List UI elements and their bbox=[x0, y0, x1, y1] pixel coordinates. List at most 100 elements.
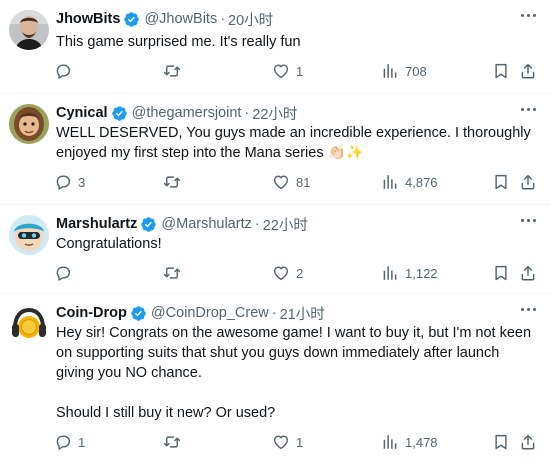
share-button[interactable] bbox=[519, 433, 537, 451]
views-icon bbox=[381, 264, 399, 282]
bookmark-icon bbox=[492, 173, 510, 191]
share-button[interactable] bbox=[519, 264, 537, 282]
like-button[interactable]: 81 bbox=[272, 173, 310, 191]
share-icon bbox=[519, 264, 537, 282]
tweet-text: Congratulations! bbox=[56, 236, 162, 252]
retweet-icon bbox=[163, 62, 181, 80]
tweet-text: This game surprised me. It's really fun bbox=[56, 34, 301, 50]
separator-dot: · bbox=[254, 216, 260, 232]
bookmark-icon bbox=[492, 433, 510, 451]
timestamp[interactable]: 22小时 bbox=[252, 103, 297, 124]
verified-icon bbox=[130, 305, 147, 322]
avatar-jhowbits-image bbox=[9, 10, 49, 50]
tweet-marshulartz[interactable]: Marshulartz @Marshulartz · 22小时 Congratu… bbox=[0, 205, 550, 294]
retweet-icon bbox=[163, 433, 181, 451]
like-button[interactable]: 2 bbox=[272, 264, 303, 282]
tweet-text: Hey sir! Congrats on the awesome game! I… bbox=[56, 325, 532, 421]
verified-icon bbox=[111, 105, 128, 122]
like-icon bbox=[272, 173, 290, 191]
bookmark-button[interactable] bbox=[492, 62, 510, 80]
reply-button[interactable]: 1 bbox=[54, 433, 85, 451]
more-icon[interactable] bbox=[521, 219, 536, 222]
tweet-jhowbits[interactable]: JhowBits @JhowBits · 20小时 This game surp… bbox=[0, 0, 550, 94]
like-count: 1 bbox=[296, 434, 304, 450]
views-button[interactable]: 708 bbox=[381, 62, 427, 80]
handle[interactable]: @JhowBits bbox=[144, 11, 217, 27]
tweet-actions: 3 81 4,876 bbox=[0, 173, 550, 193]
bookmark-button[interactable] bbox=[492, 433, 510, 451]
retweet-button[interactable] bbox=[163, 62, 187, 80]
reply-icon bbox=[54, 264, 72, 282]
views-button[interactable]: 4,876 bbox=[381, 173, 438, 191]
views-count: 708 bbox=[405, 63, 427, 79]
verified-icon bbox=[123, 11, 140, 28]
retweet-icon bbox=[163, 264, 181, 282]
tweet-header: Coin-Drop @CoinDrop_Crew · 21小时 bbox=[56, 303, 325, 323]
bookmark-button[interactable] bbox=[492, 173, 510, 191]
tweet-actions: 2 1,122 bbox=[0, 264, 550, 284]
display-name[interactable]: Marshulartz bbox=[56, 216, 137, 232]
like-count: 81 bbox=[296, 174, 311, 190]
more-icon[interactable] bbox=[521, 108, 536, 111]
display-name[interactable]: Cynical bbox=[56, 105, 108, 121]
tweet-coindrop[interactable]: Coin-Drop @CoinDrop_Crew · 21小时 Hey sir!… bbox=[0, 294, 550, 462]
handle[interactable]: @Marshulartz bbox=[161, 216, 251, 232]
separator-dot: · bbox=[220, 11, 226, 27]
share-button[interactable] bbox=[519, 62, 537, 80]
tweet-text: WELL DESERVED, You guys made an incredib… bbox=[56, 125, 535, 161]
like-icon bbox=[272, 264, 290, 282]
avatar[interactable] bbox=[9, 304, 49, 344]
views-button[interactable]: 1,478 bbox=[381, 433, 438, 451]
views-button[interactable]: 1,122 bbox=[381, 264, 438, 282]
avatar[interactable] bbox=[9, 104, 49, 144]
share-icon bbox=[519, 433, 537, 451]
display-name[interactable]: Coin-Drop bbox=[56, 305, 127, 321]
handle[interactable]: @thegamersjoint bbox=[132, 105, 242, 121]
reply-button[interactable]: 3 bbox=[54, 173, 85, 191]
avatar-coindrop-image bbox=[9, 304, 49, 344]
like-icon bbox=[272, 62, 290, 80]
views-icon bbox=[381, 62, 399, 80]
reply-icon bbox=[54, 433, 72, 451]
handle[interactable]: @CoinDrop_Crew bbox=[151, 305, 269, 321]
views-count: 4,876 bbox=[405, 174, 438, 190]
timestamp[interactable]: 21小时 bbox=[280, 303, 325, 324]
more-icon[interactable] bbox=[521, 308, 536, 311]
verified-icon bbox=[140, 216, 157, 233]
like-button[interactable]: 1 bbox=[272, 62, 303, 80]
reply-icon bbox=[54, 62, 72, 80]
like-count: 1 bbox=[296, 63, 304, 79]
tweet-actions: 1 708 bbox=[0, 62, 550, 82]
tweet-header: Marshulartz @Marshulartz · 22小时 bbox=[56, 214, 308, 234]
retweet-button[interactable] bbox=[163, 173, 187, 191]
views-icon bbox=[381, 173, 399, 191]
more-icon[interactable] bbox=[521, 14, 536, 17]
tweet-header: Cynical @thegamersjoint · 22小时 bbox=[56, 103, 297, 123]
timestamp[interactable]: 22小时 bbox=[263, 214, 308, 235]
tweet-cynical[interactable]: Cynical @thegamersjoint · 22小时 WELL DESE… bbox=[0, 94, 550, 205]
share-icon bbox=[519, 62, 537, 80]
separator-dot: · bbox=[271, 305, 277, 321]
avatar-marshulartz-image bbox=[9, 215, 49, 255]
retweet-button[interactable] bbox=[163, 264, 187, 282]
avatar[interactable] bbox=[9, 10, 49, 50]
views-icon bbox=[381, 433, 399, 451]
share-button[interactable] bbox=[519, 173, 537, 191]
reply-count: 3 bbox=[78, 174, 86, 190]
tweet-header: JhowBits @JhowBits · 20小时 bbox=[56, 9, 273, 29]
separator-dot: · bbox=[244, 105, 250, 121]
like-button[interactable]: 1 bbox=[272, 433, 303, 451]
display-name[interactable]: JhowBits bbox=[56, 11, 120, 27]
timestamp[interactable]: 20小时 bbox=[228, 9, 273, 30]
retweet-icon bbox=[163, 173, 181, 191]
like-icon bbox=[272, 433, 290, 451]
retweet-button[interactable] bbox=[163, 433, 187, 451]
reply-button[interactable] bbox=[54, 264, 78, 282]
bookmark-icon bbox=[492, 264, 510, 282]
reply-button[interactable] bbox=[54, 62, 78, 80]
avatar[interactable] bbox=[9, 215, 49, 255]
views-count: 1,478 bbox=[405, 434, 438, 450]
bookmark-button[interactable] bbox=[492, 264, 510, 282]
bookmark-icon bbox=[492, 62, 510, 80]
like-count: 2 bbox=[296, 265, 304, 281]
